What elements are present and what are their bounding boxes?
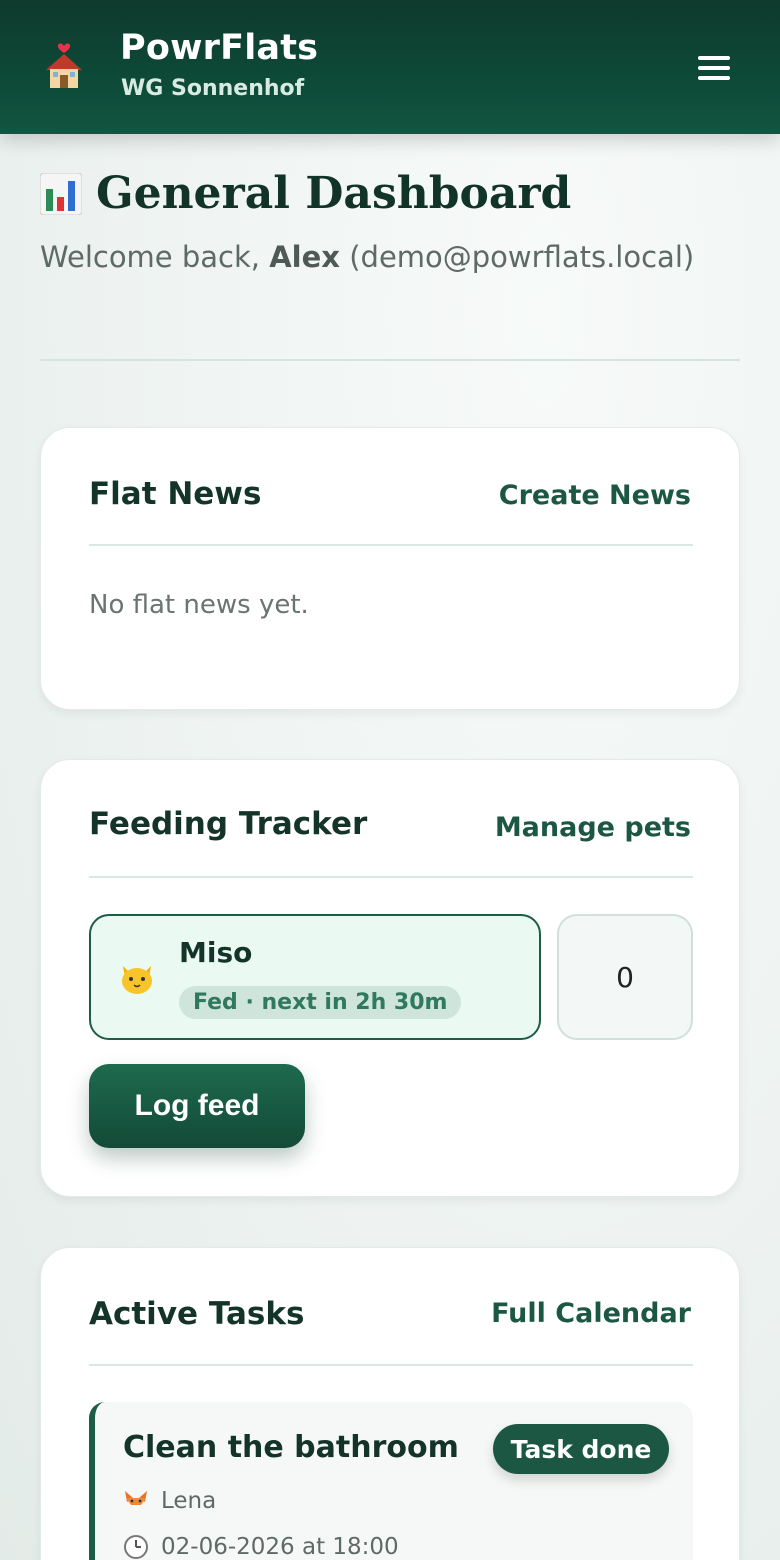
flat-name: WG Sonnenhof: [121, 76, 305, 101]
flat-news-title: Flat News: [89, 476, 262, 512]
page-title-text: General Dashboard: [96, 168, 572, 219]
task-item[interactable]: Clean the bathroom Task done Lena 02-06-…: [89, 1402, 693, 1560]
task-due-date: 02-06-2026 at 18:00: [123, 1534, 399, 1560]
feeding-tracker-card: Feeding Tracker Manage pets Miso Fed · n…: [40, 759, 740, 1197]
section-divider: [40, 359, 740, 361]
clock-icon: [124, 1535, 148, 1559]
log-feed-button[interactable]: Log feed: [89, 1064, 305, 1148]
flat-news-empty: No flat news yet.: [89, 590, 309, 620]
welcome-prefix: Welcome back,: [40, 240, 270, 274]
active-tasks-title: Active Tasks: [89, 1296, 305, 1332]
app-title: PowrFlats: [120, 28, 319, 68]
cat-face-icon: [122, 966, 152, 994]
pet-card-miso[interactable]: Miso Fed · next in 2h 30m: [89, 914, 541, 1040]
active-tasks-card: Active Tasks Full Calendar Clean the bat…: [40, 1247, 740, 1560]
task-due-text: 02-06-2026 at 18:00: [161, 1534, 399, 1560]
task-done-button[interactable]: Task done: [493, 1424, 669, 1474]
flat-news-card: Flat News Create News No flat news yet.: [40, 427, 740, 710]
feeding-tracker-title: Feeding Tracker: [89, 806, 368, 842]
hamburger-menu-icon[interactable]: [698, 56, 730, 84]
welcome-message: Welcome back, Alex (demo@powrflats.local…: [40, 240, 694, 274]
pet-status-badge: Fed · next in 2h 30m: [179, 986, 462, 1019]
fox-face-icon: [125, 1491, 147, 1512]
create-news-link[interactable]: Create News: [499, 480, 691, 511]
card-divider: [89, 1364, 693, 1366]
feed-counter[interactable]: 0: [557, 914, 693, 1040]
house-with-heart-icon: [46, 43, 82, 88]
card-divider: [89, 876, 693, 878]
top-navbar: PowrFlats WG Sonnenhof: [0, 0, 780, 134]
full-calendar-link[interactable]: Full Calendar: [491, 1298, 691, 1329]
task-assignee-name: Lena: [161, 1488, 217, 1514]
task-title: Clean the bathroom: [123, 1430, 459, 1465]
task-assignee: Lena: [123, 1488, 216, 1514]
card-divider: [89, 544, 693, 546]
user-name: Alex: [269, 240, 340, 274]
page-title: General Dashboard: [40, 168, 571, 219]
user-email: (demo@powrflats.local): [349, 240, 695, 274]
manage-pets-link[interactable]: Manage pets: [495, 812, 691, 843]
bar-chart-icon: [40, 172, 82, 215]
pet-name: Miso: [179, 936, 253, 969]
